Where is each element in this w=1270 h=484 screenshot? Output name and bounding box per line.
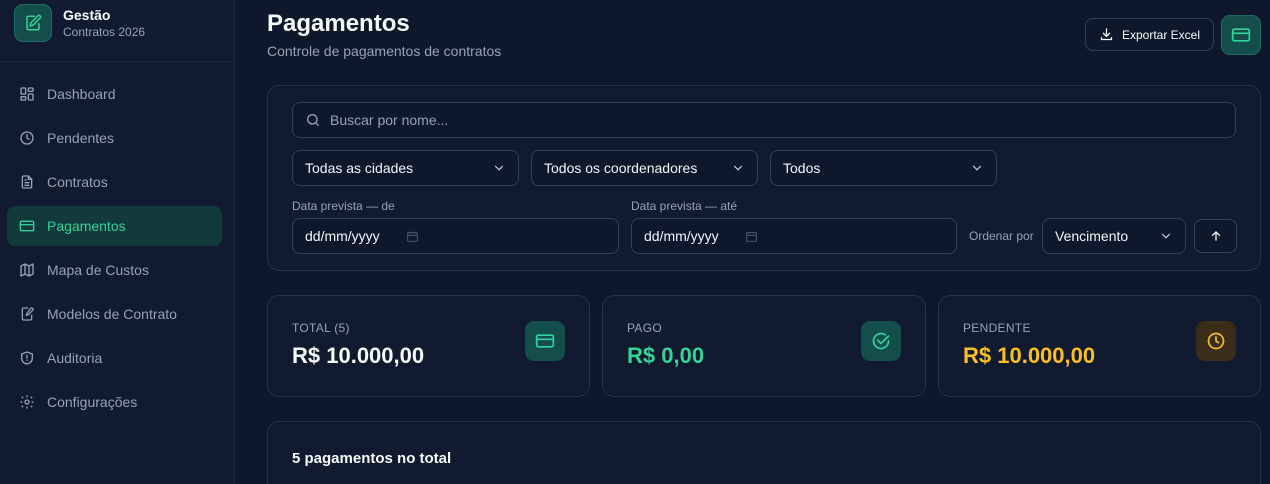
sidebar-item-label: Configurações <box>47 394 138 410</box>
arrow-up-icon <box>1211 231 1220 241</box>
sidebar-divider <box>0 61 234 62</box>
sidebar-item-pagamentos[interactable]: Pagamentos <box>7 206 222 246</box>
chevron-down-icon <box>972 165 982 171</box>
stat-card-pending: PENDENTE R$ 10.000,00 <box>938 295 1261 397</box>
search-icon <box>307 114 319 126</box>
sidebar-item-pendentes[interactable]: Pendentes <box>7 118 222 158</box>
sidebar-item-configuracoes[interactable]: Configurações <box>7 382 222 422</box>
status-select-value: Todos <box>783 160 821 176</box>
brand: Gestão Contratos 2026 <box>14 4 145 42</box>
stat-total-label: TOTAL (5) <box>292 321 350 335</box>
file-text-icon <box>21 175 33 189</box>
brand-subtitle: Contratos 2026 <box>63 25 146 39</box>
sidebar-item-modelos-de-contrato[interactable]: Modelos de Contrato <box>7 294 222 334</box>
sidebar-item-label: Contratos <box>47 174 108 190</box>
sidebar-item-label: Pendentes <box>47 130 114 146</box>
sidebar-item-dashboard[interactable]: Dashboard <box>7 74 222 114</box>
file-edit-icon <box>21 307 34 321</box>
calendar-icon[interactable] <box>406 230 419 243</box>
calendar-icon[interactable] <box>745 230 758 243</box>
stat-pending-label: PENDENTE <box>963 321 1031 335</box>
sidebar-item-contratos[interactable]: Contratos <box>7 162 222 202</box>
date-from-input[interactable]: dd/mm/yyyy <box>292 218 619 254</box>
sidebar-item-label: Modelos de Contrato <box>47 306 177 322</box>
download-icon <box>1100 28 1113 41</box>
payments-count-title: 5 pagamentos no total <box>292 450 452 467</box>
chevron-down-icon <box>494 165 504 171</box>
chevron-down-icon <box>1161 233 1171 239</box>
coordinator-select[interactable]: Todos os coordenadores <box>531 150 758 186</box>
brand-title: Gestão <box>63 7 111 23</box>
clock-icon <box>20 131 34 145</box>
sidebar-item-auditoria[interactable]: Auditoria <box>7 338 222 378</box>
search-placeholder: Buscar por nome... <box>330 112 449 128</box>
export-excel-button[interactable]: Exportar Excel <box>1085 18 1214 51</box>
stat-card-total: TOTAL (5) R$ 10.000,00 <box>267 295 590 397</box>
stat-card-paid: PAGO R$ 0,00 <box>602 295 926 397</box>
credit-card-icon <box>19 220 35 232</box>
sidebar-item-label: Auditoria <box>47 350 103 366</box>
sidebar-nav: Dashboard Pendentes Contratos Pagamentos… <box>7 74 222 426</box>
credit-card-icon <box>1231 28 1251 42</box>
coordinator-select-value: Todos os coordenadores <box>544 160 698 176</box>
page-title: Pagamentos <box>267 10 410 37</box>
payments-card-button[interactable] <box>1221 15 1261 55</box>
date-to-value: dd/mm/yyyy <box>644 228 719 244</box>
status-select[interactable]: Todos <box>770 150 997 186</box>
page-subtitle: Controle de pagamentos de contratos <box>267 43 502 59</box>
filters-panel: Buscar por nome... Todas as cidades Todo… <box>267 85 1261 271</box>
order-by-value: Vencimento <box>1055 228 1129 244</box>
dashboard-icon <box>20 87 34 101</box>
sort-direction-button[interactable] <box>1194 219 1237 253</box>
stat-total-value: R$ 10.000,00 <box>292 343 425 368</box>
map-icon <box>20 263 34 277</box>
order-by-select[interactable]: Vencimento <box>1042 218 1186 254</box>
clock-icon <box>1196 321 1236 361</box>
stat-paid-value: R$ 0,00 <box>627 343 705 368</box>
credit-card-icon <box>525 321 565 361</box>
sidebar-item-label: Pagamentos <box>47 218 126 234</box>
shield-icon <box>21 351 33 365</box>
chevron-down-icon <box>733 165 743 171</box>
check-circle-icon <box>861 321 901 361</box>
sidebar-item-label: Mapa de Custos <box>47 262 149 278</box>
stat-pending-value: R$ 10.000,00 <box>963 343 1096 368</box>
contract-edit-icon <box>14 4 52 42</box>
search-input[interactable]: Buscar por nome... <box>292 102 1236 138</box>
payments-list-card: 5 pagamentos no total <box>267 421 1261 484</box>
export-excel-label: Exportar Excel <box>1121 27 1201 42</box>
main-content: Pagamentos Controle de pagamentos de con… <box>235 0 1270 484</box>
sidebar-item-mapa-de-custos[interactable]: Mapa de Custos <box>7 250 222 290</box>
city-select-value: Todas as cidades <box>305 160 414 176</box>
date-from-value: dd/mm/yyyy <box>305 228 380 244</box>
city-select[interactable]: Todas as cidades <box>292 150 519 186</box>
sidebar: Gestão Contratos 2026 Dashboard Pendente… <box>0 0 235 484</box>
sidebar-item-label: Dashboard <box>47 86 116 102</box>
gear-icon <box>20 395 34 409</box>
stat-paid-label: PAGO <box>627 321 662 335</box>
date-to-label: Data prevista — até <box>631 199 738 213</box>
date-from-label: Data prevista — de <box>292 199 395 213</box>
date-to-input[interactable]: dd/mm/yyyy <box>631 218 957 254</box>
order-by-label: Ordenar por <box>969 229 1034 243</box>
